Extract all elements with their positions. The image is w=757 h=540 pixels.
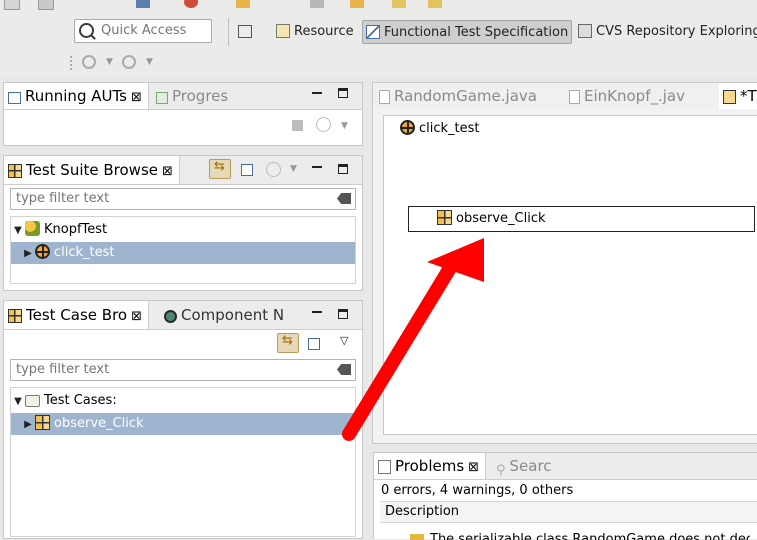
arrow-head xyxy=(427,238,484,282)
arrow-shaft xyxy=(342,261,457,441)
annotation-arrow xyxy=(342,238,484,441)
